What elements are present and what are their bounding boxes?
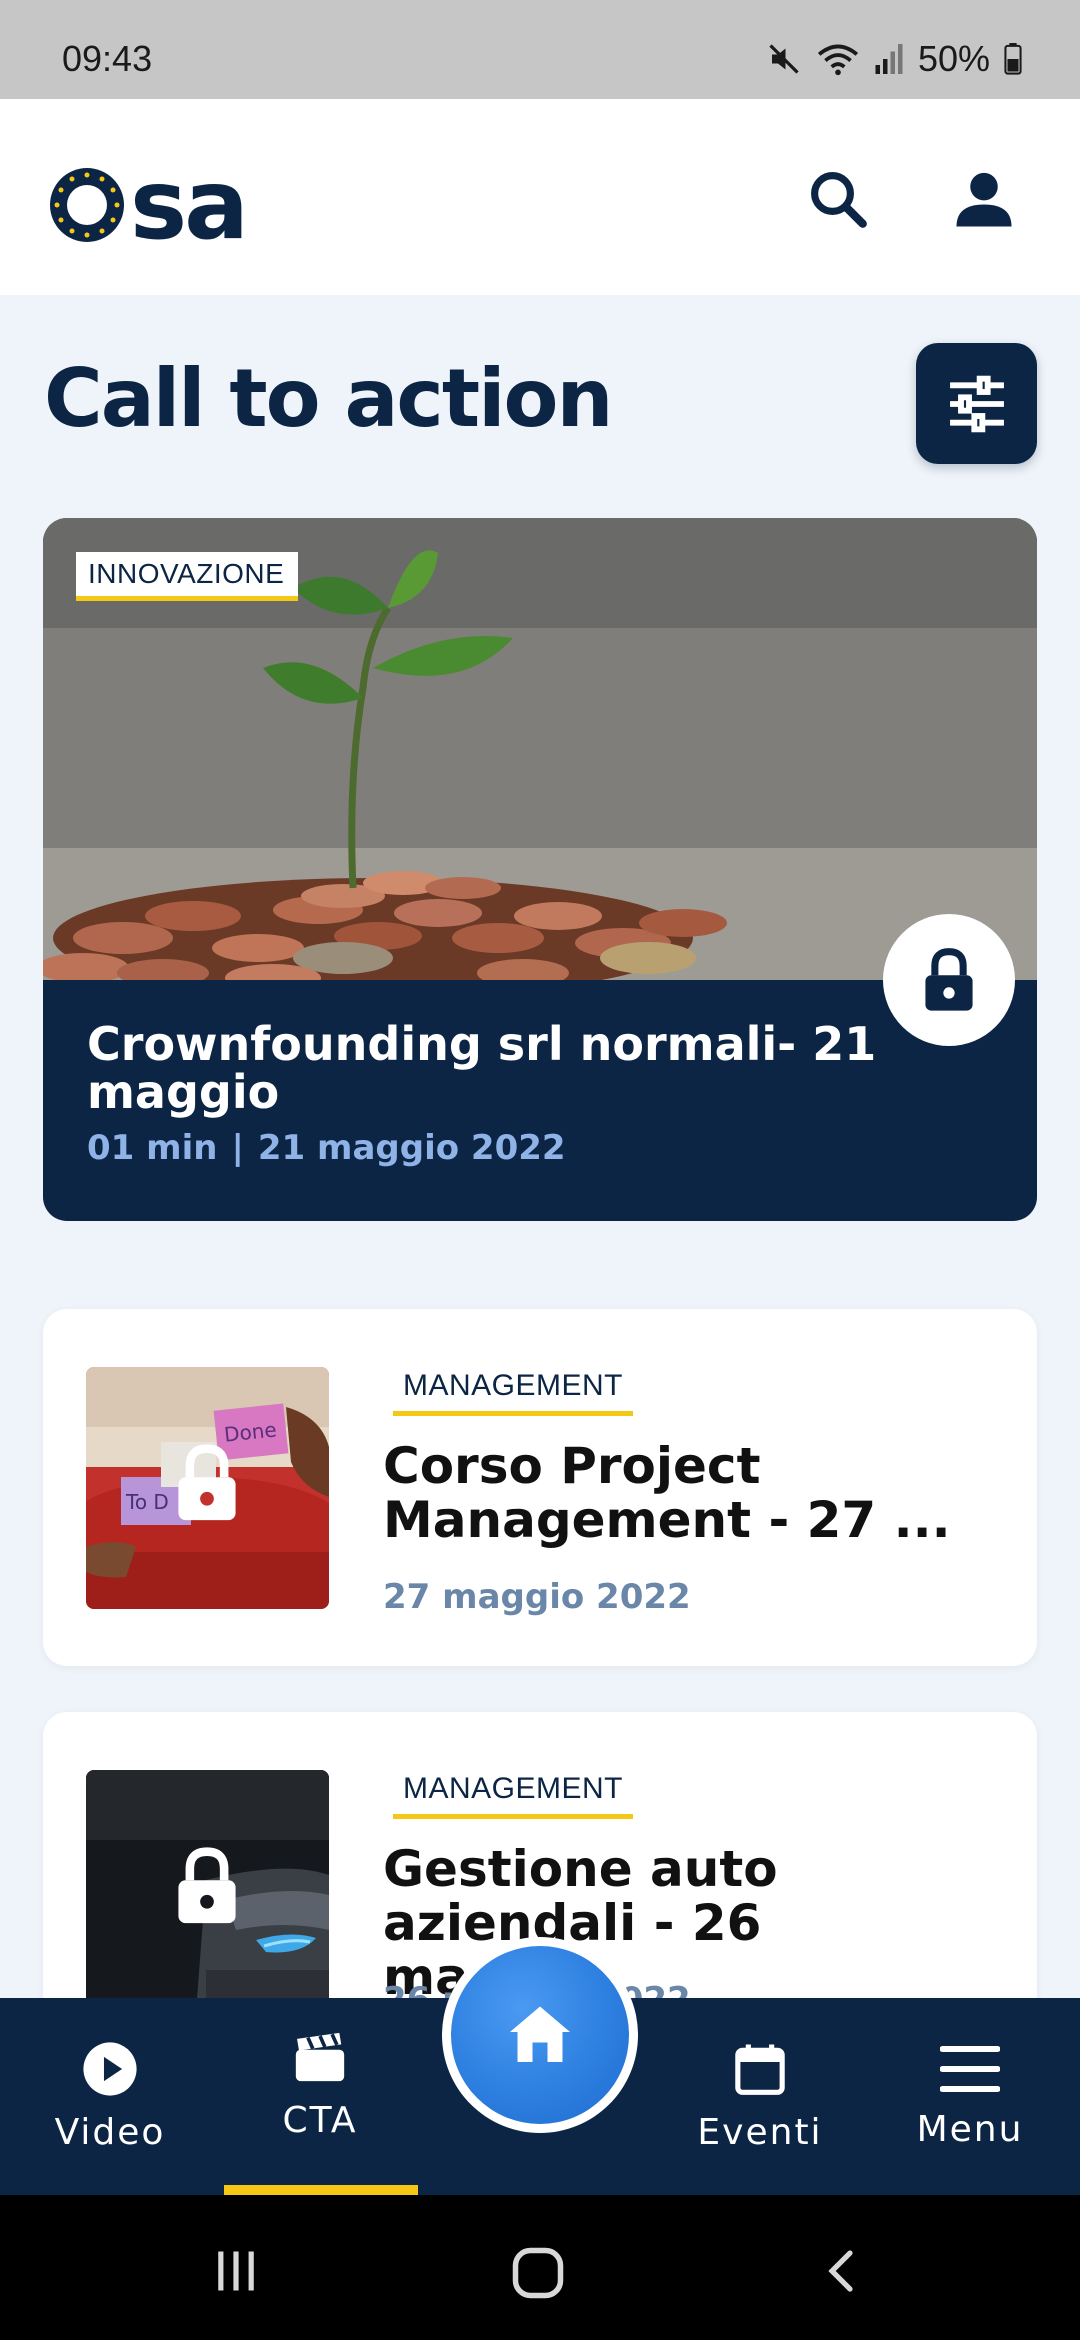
lock-icon bbox=[178, 1444, 236, 1521]
system-home-icon bbox=[512, 2247, 564, 2299]
home-icon bbox=[510, 2006, 570, 2062]
featured-title[interactable]: Crownfounding srl normali- 21 maggio bbox=[87, 1020, 907, 1116]
logo-emblem-icon bbox=[50, 168, 124, 242]
nav-label-eventi: Eventi bbox=[697, 2112, 823, 2153]
page-title: Call to action bbox=[44, 352, 613, 445]
app-header: sa bbox=[0, 99, 1080, 295]
featured-card[interactable]: INNOVAZIONE Crownfounding srl normali- 2… bbox=[43, 518, 1037, 1221]
user-icon bbox=[956, 172, 1012, 227]
system-home-button[interactable] bbox=[508, 2243, 568, 2303]
card-date: 27 maggio 2022 bbox=[383, 1577, 691, 1617]
play-icon bbox=[83, 2042, 137, 2096]
logo-text: sa bbox=[130, 149, 249, 261]
mute-icon bbox=[766, 41, 802, 77]
status-time: 09:43 bbox=[62, 38, 153, 79]
search-button[interactable] bbox=[800, 161, 876, 237]
status-icons: 50% bbox=[766, 38, 1022, 80]
featured-category-tag: INNOVAZIONE bbox=[76, 552, 299, 601]
nav-label-video: Video bbox=[54, 2112, 166, 2153]
menu-icon bbox=[940, 2046, 1000, 2092]
filter-button[interactable] bbox=[916, 343, 1037, 464]
calendar-icon bbox=[735, 2044, 785, 2095]
thumbnail-lock bbox=[172, 1443, 242, 1527]
card-thumbnail bbox=[86, 1770, 329, 2012]
lock-icon bbox=[925, 948, 973, 1011]
featured-image: INNOVAZIONE bbox=[43, 518, 1037, 980]
list-item[interactable]: Done To D MANAGEMENT Corso Project Manag… bbox=[43, 1309, 1037, 1666]
nav-item-cta[interactable]: CTA bbox=[222, 1998, 418, 2195]
system-back-button[interactable] bbox=[818, 2245, 866, 2297]
svg-text:To D: To D bbox=[125, 1490, 169, 1514]
search-icon bbox=[811, 172, 867, 228]
card-thumbnail: Done To D bbox=[86, 1367, 329, 1609]
card-category-tag: MANAGEMENT bbox=[393, 1369, 634, 1416]
lock-icon bbox=[178, 1847, 236, 1924]
back-icon bbox=[828, 2250, 853, 2292]
nav-item-video[interactable]: Video bbox=[30, 1998, 190, 2195]
signal-icon bbox=[874, 41, 904, 77]
profile-button[interactable] bbox=[946, 161, 1022, 237]
recent-apps-icon bbox=[218, 2251, 254, 2291]
status-bar: 09:43 50% bbox=[0, 0, 1080, 99]
card-category-tag: MANAGEMENT bbox=[393, 1772, 634, 1819]
clapperboard-icon bbox=[295, 2032, 345, 2082]
nav-label-cta: CTA bbox=[282, 2100, 358, 2141]
sliders-icon bbox=[949, 375, 1004, 432]
nav-label-menu: Menu bbox=[916, 2109, 1024, 2150]
card-title: Corso Project Management - 27 ... bbox=[383, 1437, 951, 1549]
nav-active-indicator bbox=[224, 2185, 418, 2195]
home-button[interactable] bbox=[442, 1937, 638, 2133]
nav-item-menu[interactable]: Menu bbox=[890, 1998, 1050, 2195]
home-button-inner bbox=[451, 1946, 629, 2124]
recent-apps-button[interactable] bbox=[210, 2245, 262, 2297]
featured-duration: 01 min bbox=[87, 1128, 218, 1168]
battery-icon bbox=[1004, 43, 1022, 75]
featured-meta: 01 min | 21 maggio 2022 bbox=[87, 1128, 566, 1168]
system-nav-bar bbox=[0, 2195, 1080, 2340]
osa-logo[interactable]: sa bbox=[48, 149, 249, 261]
thumbnail-lock bbox=[172, 1846, 242, 1930]
meta-separator: | bbox=[231, 1128, 244, 1168]
nav-item-eventi[interactable]: Eventi bbox=[680, 1998, 840, 2195]
featured-date: 21 maggio 2022 bbox=[257, 1128, 566, 1168]
battery-text: 50% bbox=[917, 38, 990, 79]
wifi-icon bbox=[816, 41, 860, 77]
